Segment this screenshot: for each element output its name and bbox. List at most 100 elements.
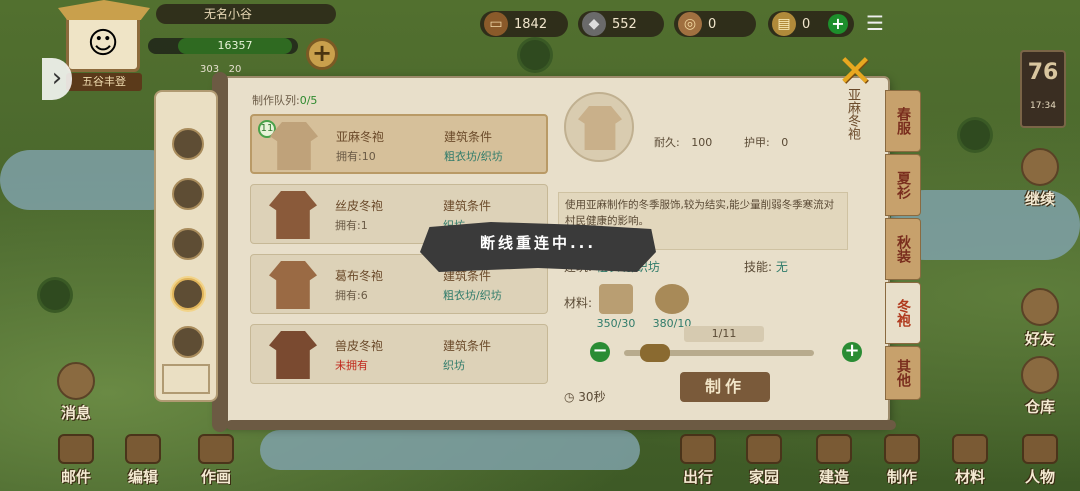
category-clothing-icon[interactable] — [172, 278, 204, 310]
materials-icon — [952, 434, 988, 464]
home-button[interactable]: 家园 — [734, 434, 794, 487]
paint-label: 作画 — [200, 468, 231, 486]
decorative-pattern — [162, 364, 210, 394]
durability-value: 100 — [691, 136, 713, 149]
resource-stone[interactable]: ◆ 552 — [578, 11, 664, 37]
category-accessories-icon[interactable] — [172, 326, 204, 358]
resource-coin[interactable]: ◎ 0 — [674, 11, 756, 37]
resource-stone-value: 552 — [612, 16, 637, 32]
resource-ticket[interactable]: ▤ 0 + — [768, 11, 854, 37]
tab-summer[interactable]: 夏衫 — [885, 154, 921, 216]
craft-queue-value: 0/5 — [299, 94, 318, 107]
home-icon — [746, 434, 782, 464]
craft-button[interactable]: 制作 — [872, 434, 932, 487]
menu-list-icon[interactable]: ☰ — [866, 13, 892, 34]
recipe-name: 亚麻冬袍 — [336, 130, 385, 144]
edit-label: 编辑 — [127, 468, 158, 486]
paint-button[interactable]: 作画 — [186, 434, 246, 487]
tab-winter[interactable]: 冬袍 — [885, 282, 921, 344]
friends-label: 好友 — [1024, 330, 1055, 348]
decrease-quantity-button[interactable]: − — [590, 342, 610, 362]
portrait-roof-decoration — [58, 0, 150, 20]
armor-label: 护甲: — [744, 136, 770, 149]
edit-icon — [125, 434, 161, 464]
recipe-owned: 未拥有 — [335, 359, 368, 372]
build-button[interactable]: 建造 — [804, 434, 864, 487]
robe-icon — [269, 261, 317, 309]
edit-button[interactable]: 编辑 — [113, 434, 173, 487]
category-materials-icon[interactable] — [172, 228, 204, 260]
recipe-item-linen-robe[interactable]: 11 亚麻冬袍 拥有:10 建筑条件 粗衣坊/织坊 — [250, 114, 548, 174]
craft-time: ◷ 30秒 — [564, 390, 606, 404]
tab-spring[interactable]: 春服 — [885, 90, 921, 152]
add-ticket-button[interactable]: + — [828, 14, 848, 34]
category-sidebar — [154, 90, 218, 402]
armor-stat: 护甲: 0 — [744, 134, 788, 150]
recipe-building: 粗衣坊/织坊 — [444, 150, 503, 163]
warehouse-button[interactable]: 仓库 — [1010, 356, 1070, 417]
player-panel: ☺ 无名小谷 16357 + 303 20 五谷丰登 — [58, 0, 338, 91]
characters-icon — [1022, 434, 1058, 464]
craft-label: 制作 — [886, 468, 917, 486]
skill-req-value: 无 — [775, 260, 788, 274]
recipe-owned: 拥有:1 — [335, 219, 368, 232]
skill-requirement: 技能: 无 — [744, 258, 788, 275]
resource-wood-value: 1842 — [514, 16, 548, 32]
continue-label: 继续 — [1024, 190, 1055, 208]
tab-autumn[interactable]: 秋装 — [885, 218, 921, 280]
materials-button[interactable]: 材料 — [940, 434, 1000, 487]
recipe-item-fur-robe[interactable]: 兽皮冬袍 未拥有 建筑条件 织坊 — [250, 324, 548, 384]
make-button[interactable]: 制作 — [680, 372, 770, 402]
tab-other[interactable]: 其他 — [885, 346, 921, 400]
build-icon — [816, 434, 852, 464]
material-fiber[interactable]: 380/10 — [650, 284, 694, 330]
player-avatar[interactable]: ☺ — [66, 14, 140, 72]
linen-cloth-icon — [599, 284, 633, 314]
messages-button[interactable]: 消息 — [46, 362, 106, 423]
day-number: 76 — [1027, 60, 1059, 85]
quantity-slider-handle[interactable] — [640, 344, 670, 362]
robe-icon — [269, 331, 317, 379]
exp-bar: 16357 — [148, 38, 298, 54]
category-food-icon[interactable] — [172, 178, 204, 210]
travel-label: 出行 — [682, 468, 713, 486]
continue-button[interactable]: 继续 — [1010, 148, 1070, 209]
exp-value: 16357 — [178, 38, 292, 54]
material-qty: 350/30 — [596, 317, 636, 330]
tree — [520, 40, 550, 70]
mail-book-icon — [58, 434, 94, 464]
village-name: 无名小谷 — [156, 4, 336, 24]
friends-button[interactable]: 好友 — [1010, 288, 1070, 349]
add-exp-button[interactable]: + — [306, 38, 338, 70]
stone-ore-icon: ◆ — [582, 12, 606, 36]
category-tools-icon[interactable] — [172, 128, 204, 160]
craft-queue-label: 制作队列: — [252, 94, 300, 107]
travel-button[interactable]: 出行 — [668, 434, 728, 487]
reconnect-text: 断线重连中... — [479, 234, 597, 252]
game-time: 17:34 — [1030, 101, 1056, 111]
recipe-owned: 拥有:6 — [335, 289, 368, 302]
mail-label: 邮件 — [60, 468, 91, 486]
stat-right: 20 — [228, 64, 242, 75]
characters-button[interactable]: 人物 — [1010, 434, 1070, 487]
resource-wood[interactable]: ▭ 1842 — [480, 11, 568, 37]
home-label: 家园 — [748, 468, 779, 486]
recipe-building: 织坊 — [443, 359, 465, 372]
close-icon[interactable]: ✕ — [830, 50, 880, 94]
materials-label: 材料: — [564, 296, 593, 310]
increase-quantity-button[interactable]: + — [842, 342, 862, 362]
craft-time-value: 30秒 — [578, 390, 606, 404]
durability-stat: 耐久: 100 — [654, 134, 712, 150]
resource-ticket-value: 0 — [802, 16, 811, 32]
material-linen[interactable]: 350/30 — [594, 284, 638, 330]
mail-button[interactable]: 邮件 — [46, 434, 106, 487]
craft-icon — [884, 434, 920, 464]
coin-icon: ◎ — [678, 12, 702, 36]
build-label: 建造 — [818, 468, 849, 486]
materials-label: 材料 — [954, 468, 985, 486]
ticket-icon: ▤ — [772, 12, 796, 36]
scroll-message-icon — [57, 362, 95, 400]
warehouse-label: 仓库 — [1024, 398, 1055, 416]
river — [0, 150, 180, 210]
recipe-owned: 拥有:10 — [336, 150, 376, 163]
